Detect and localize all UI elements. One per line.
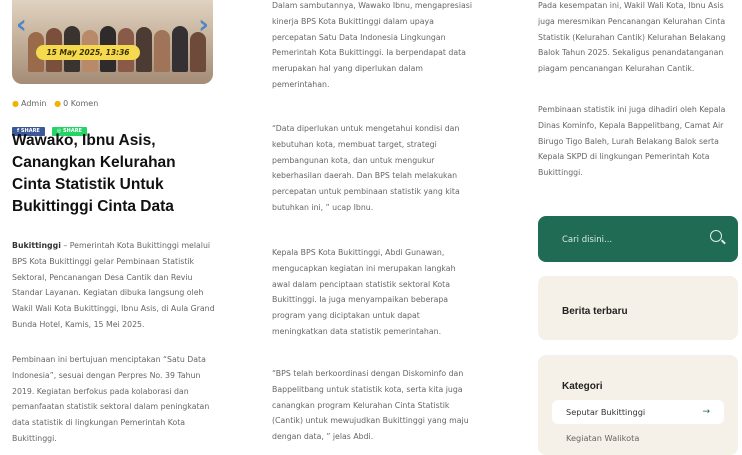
search-icon[interactable] <box>710 230 722 242</box>
comment-icon: ● <box>54 99 62 108</box>
search-box <box>538 216 738 262</box>
date-badge: 15 May 2025, 13:36 <box>36 45 140 60</box>
comment-count[interactable]: 0 Komen <box>63 99 98 108</box>
article-hero-image[interactable]: ‹ › 15 May 2025, 13:36 <box>12 0 213 84</box>
article-paragraph-8: Pembinaan statistik ini juga dihadiri ol… <box>538 105 726 178</box>
arrow-right-icon: → <box>702 407 710 417</box>
article-title: Wawako, Ibnu Asis, Canangkan Kelurahan C… <box>12 132 176 215</box>
latest-news-card: Berita terbaru <box>538 276 738 340</box>
post-meta: ● Admin ● 0 Komen <box>12 99 98 108</box>
slider-prev-icon[interactable]: ‹ <box>16 12 27 38</box>
article-paragraph-6: “BPS telah berkoordinasi dengan Diskomin… <box>272 369 469 442</box>
slider-next-icon[interactable]: › <box>198 12 209 38</box>
category-item-seputar-bukittinggi[interactable]: Seputar Bukittinggi → <box>552 400 724 424</box>
author-icon: ● <box>12 99 19 108</box>
category-heading: Kategori <box>562 381 603 392</box>
category-item-kegiatan-walikota[interactable]: Kegiatan Walikota <box>552 426 724 450</box>
article-paragraph-5: Kepala BPS Kota Bukittinggi, Abdi Gunawa… <box>272 248 456 336</box>
article-paragraph-7: Pada kesempatan ini, Wakil Wali Kota, Ib… <box>538 1 726 74</box>
dateline: Bukittinggi <box>12 241 61 250</box>
author-name[interactable]: Admin <box>21 99 47 108</box>
article-paragraph-2: Pembinaan ini bertujuan menciptakan “Sat… <box>12 355 210 443</box>
search-input[interactable] <box>560 231 694 249</box>
latest-news-heading: Berita terbaru <box>562 306 628 317</box>
article-paragraph-4: “Data diperlukan untuk mengetahui kondis… <box>272 124 460 212</box>
article-paragraph-3: Dalam sambutannya, Wawako Ibnu, mengapre… <box>272 1 472 89</box>
category-card: Kategori Seputar Bukittinggi → Kegiatan … <box>538 355 738 455</box>
article-paragraph-1: Bukittinggi – Pemerintah Kota Bukittingg… <box>12 241 215 329</box>
